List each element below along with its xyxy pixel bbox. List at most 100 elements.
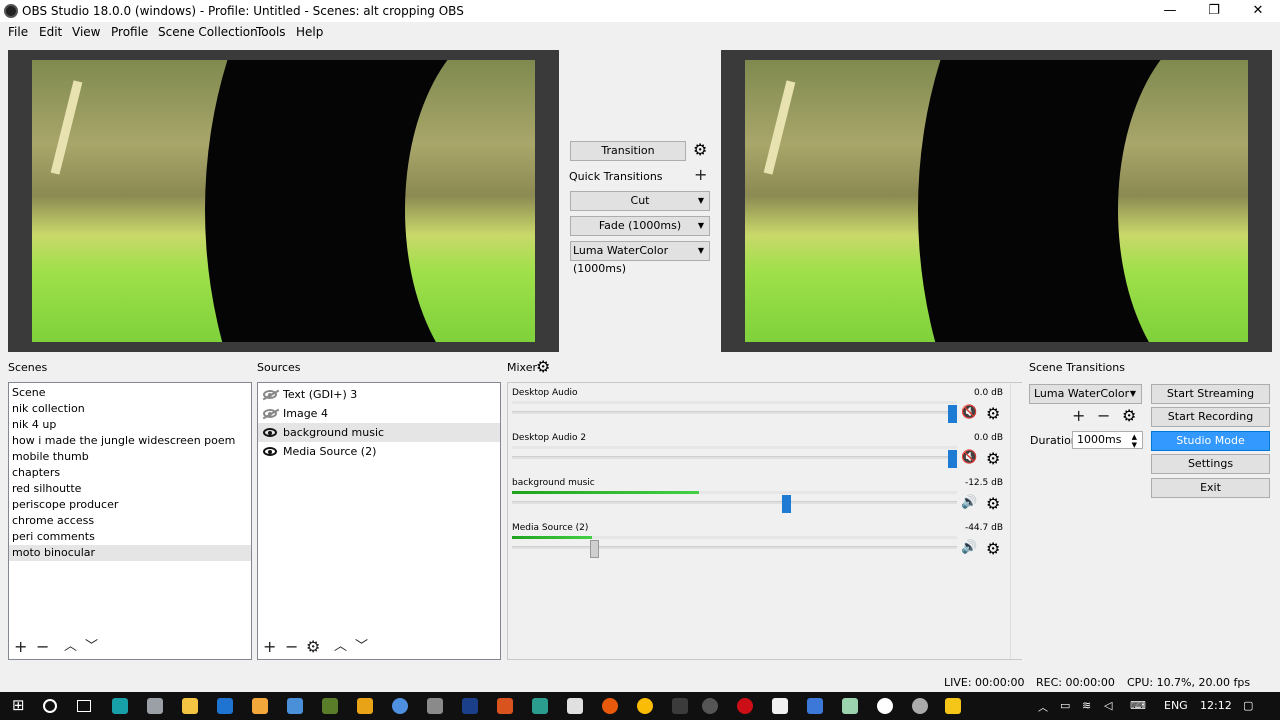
volume-slider-handle[interactable] [948,450,957,468]
menu-tools[interactable]: Tools [256,25,286,39]
app-icon[interactable] [322,698,338,714]
app-icon[interactable] [945,698,961,714]
volume-slider-track[interactable] [512,411,957,414]
studio-mode-button[interactable]: Studio Mode [1151,431,1270,451]
speaker-icon[interactable]: 🔊 [961,540,977,555]
battery-icon[interactable]: ▭ [1060,699,1070,712]
app-icon[interactable] [877,698,893,714]
wifi-icon[interactable]: ≋ [1082,699,1091,712]
volume-slider-track[interactable] [512,501,957,504]
muted-speaker-icon[interactable]: 🔇 [961,405,977,420]
move-scene-down-icon[interactable]: ﹀ [85,639,98,655]
channel-settings-gear-icon[interactable]: ⚙ [986,541,1000,557]
app-icon[interactable] [287,698,303,714]
quick-transition-fade[interactable]: Fade (1000ms) ▼ [570,216,710,236]
scene-item[interactable]: nik collection [9,401,251,417]
volume-slider-handle[interactable] [782,495,791,513]
chrome-icon[interactable] [637,698,653,714]
settings-button[interactable]: Settings [1151,454,1270,474]
keyboard-icon[interactable]: ⌨ [1130,699,1146,712]
menu-file[interactable]: File [8,25,28,39]
move-source-up-icon[interactable]: ︿ [334,639,347,655]
cortana-icon[interactable] [43,699,57,713]
scene-item-selected[interactable]: moto binocular [9,545,251,561]
menu-scene-collection[interactable]: Scene Collection [158,25,258,39]
add-quick-transition-plus-icon[interactable]: + [694,167,707,183]
app-icon[interactable] [532,698,548,714]
start-recording-button[interactable]: Start Recording [1151,407,1270,427]
add-source-plus-icon[interactable]: + [263,639,276,655]
transition-select[interactable]: Luma WaterColor ▼ [1029,384,1142,404]
task-view-icon[interactable] [77,700,91,712]
source-properties-gear-icon[interactable]: ⚙ [306,639,320,655]
app-icon[interactable] [912,698,928,714]
file-explorer-icon[interactable] [182,698,198,714]
tray-chevron-up-icon[interactable]: ︿ [1038,699,1048,714]
source-item[interactable]: Image 4 [258,404,500,423]
quick-transition-luma[interactable]: Luma WaterColor (1000ms) ▼ [570,241,710,275]
volume-slider-handle[interactable] [590,540,599,558]
scene-item[interactable]: Scene [9,385,251,401]
menu-profile[interactable]: Profile [111,25,148,39]
scene-item[interactable]: red silhoutte [9,481,251,497]
mixer-scrollbar[interactable] [1010,383,1022,659]
app-icon[interactable] [497,698,513,714]
speaker-icon[interactable]: 🔊 [961,495,977,510]
channel-settings-gear-icon[interactable]: ⚙ [986,406,1000,422]
menu-edit[interactable]: Edit [39,25,62,39]
app-icon[interactable] [427,698,443,714]
edge-icon[interactable] [217,698,233,714]
app-icon[interactable] [112,698,128,714]
source-item[interactable]: Text (GDI+) 3 [258,385,500,404]
scene-item[interactable]: chrome access [9,513,251,529]
maximize-button[interactable]: ❐ [1192,0,1236,22]
channel-settings-gear-icon[interactable]: ⚙ [986,451,1000,467]
program-pane[interactable] [721,50,1272,352]
transition-settings-gear-icon[interactable]: ⚙ [693,142,707,158]
volume-slider-handle[interactable] [948,405,957,423]
app-icon[interactable] [357,698,373,714]
remove-transition-minus-icon[interactable]: − [1097,408,1110,424]
visibility-hidden-eye-icon[interactable] [263,390,277,399]
opera-icon[interactable] [737,698,753,714]
close-button[interactable]: ✕ [1236,0,1280,22]
transition-properties-gear-icon[interactable]: ⚙ [1122,408,1136,424]
photoshop-icon[interactable] [462,698,478,714]
menu-view[interactable]: View [72,25,100,39]
scene-item[interactable]: peri comments [9,529,251,545]
start-streaming-button[interactable]: Start Streaming [1151,384,1270,404]
duration-spinbox[interactable]: 1000ms ▲ ▼ [1072,431,1143,449]
add-transition-plus-icon[interactable]: + [1072,408,1085,424]
scene-item[interactable]: chapters [9,465,251,481]
app-icon[interactable] [147,698,163,714]
remove-source-minus-icon[interactable]: − [285,639,298,655]
quick-transition-cut[interactable]: Cut ▼ [570,191,710,211]
source-item[interactable]: Media Source (2) [258,442,500,461]
volume-slider-track[interactable] [512,456,957,459]
app-icon[interactable] [567,698,583,714]
scene-item[interactable]: periscope producer [9,497,251,513]
app-icon[interactable] [392,698,408,714]
firefox-icon[interactable] [602,698,618,714]
language-indicator[interactable]: ENG [1164,699,1188,712]
menu-help[interactable]: Help [296,25,323,39]
visibility-hidden-eye-icon[interactable] [263,409,277,418]
calculator-icon[interactable] [772,698,788,714]
volume-icon[interactable]: ◁ [1104,699,1112,712]
preview-pane[interactable] [8,50,559,352]
obs-taskbar-icon[interactable] [702,698,718,714]
exit-button[interactable]: Exit [1151,478,1270,498]
muted-speaker-icon[interactable]: 🔇 [961,450,977,465]
source-item-selected[interactable]: background music [258,423,500,442]
remove-scene-minus-icon[interactable]: − [36,639,49,655]
scenes-list[interactable]: Scene nik collection nik 4 up how i made… [8,382,252,660]
move-source-down-icon[interactable]: ﹀ [355,639,368,655]
app-icon[interactable] [672,698,688,714]
app-icon[interactable] [807,698,823,714]
visibility-eye-icon[interactable] [263,447,277,456]
minimize-button[interactable]: — [1148,0,1192,22]
add-scene-plus-icon[interactable]: + [14,639,27,655]
clock[interactable]: 12:12 [1200,699,1232,712]
notifications-icon[interactable]: ▢ [1243,699,1253,712]
windows-start-icon[interactable]: ⊞ [12,696,28,714]
